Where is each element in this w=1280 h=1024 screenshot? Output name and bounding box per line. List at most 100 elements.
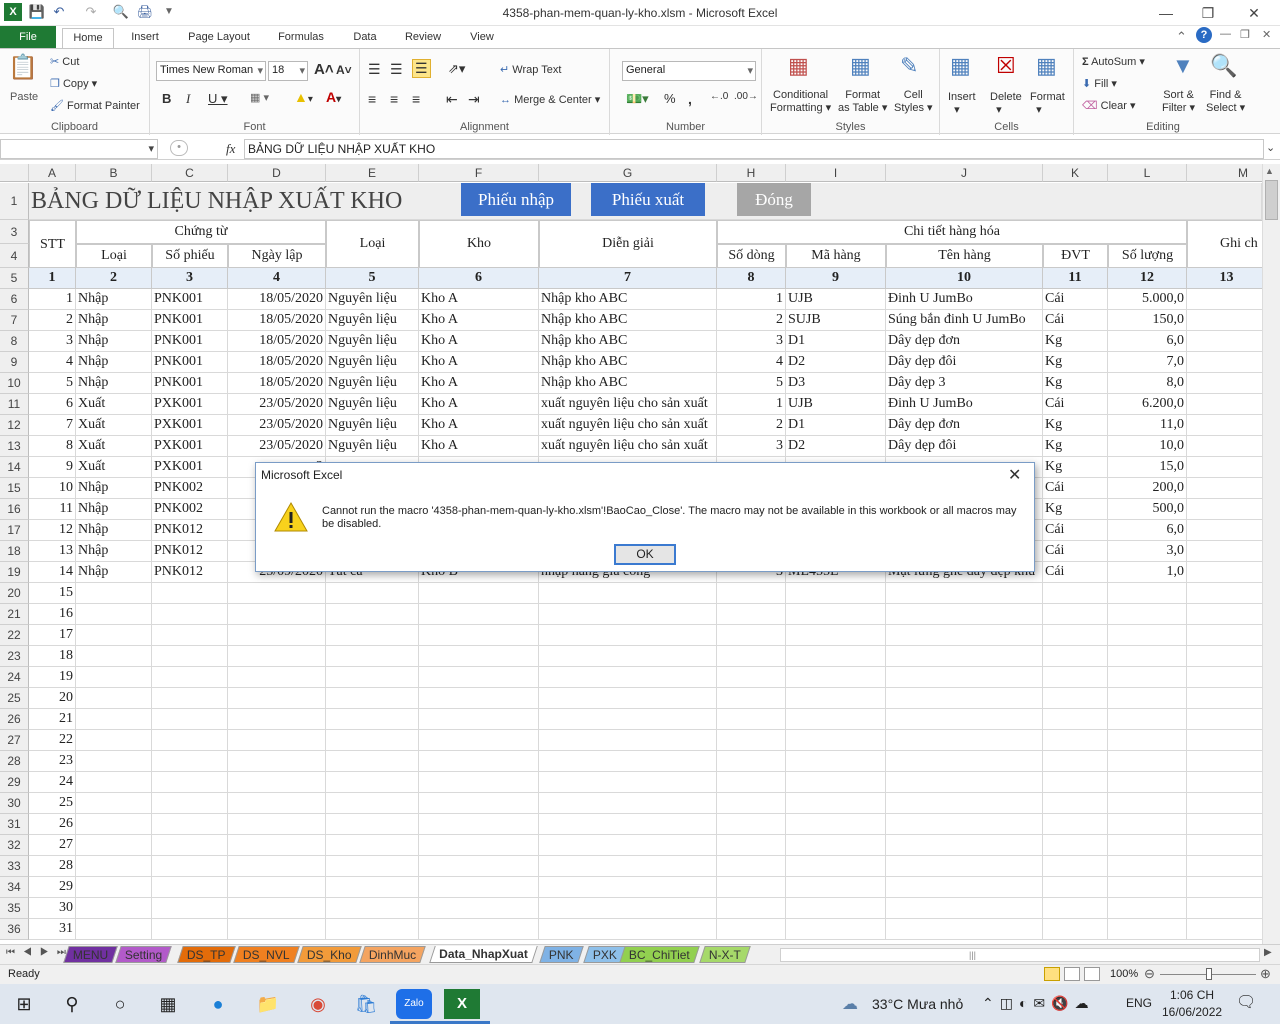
data-cell[interactable]: 1 [29, 289, 76, 310]
header-ten-hang[interactable]: Tên hàng [886, 244, 1043, 268]
data-cell[interactable]: Nguyên liệu [326, 310, 419, 331]
data-cell[interactable] [326, 835, 419, 856]
data-cell[interactable]: Nhập [76, 499, 152, 520]
data-cell[interactable] [1108, 835, 1187, 856]
fill-button[interactable]: ⬇ Fill ▾ [1082, 77, 1117, 90]
data-cell[interactable] [886, 667, 1043, 688]
data-cell[interactable]: 3 [29, 331, 76, 352]
data-cell[interactable] [76, 793, 152, 814]
data-cell[interactable]: Kho A [419, 331, 539, 352]
data-cell[interactable] [539, 751, 717, 772]
data-cell[interactable] [786, 625, 886, 646]
minimize-ribbon-icon[interactable]: ⌃ [1176, 29, 1187, 45]
align-top-icon[interactable]: ☰ [368, 61, 381, 78]
data-cell[interactable]: Xuất [76, 457, 152, 478]
vertical-scrollbar[interactable]: ▲ [1262, 164, 1280, 944]
data-cell[interactable] [717, 625, 786, 646]
row-header[interactable]: 11 [0, 394, 29, 415]
data-cell[interactable] [419, 730, 539, 751]
row-header[interactable]: 27 [0, 730, 29, 751]
data-cell[interactable]: Kho A [419, 373, 539, 394]
data-cell[interactable] [539, 835, 717, 856]
data-cell[interactable]: 18/05/2020 [228, 289, 326, 310]
data-cell[interactable] [326, 625, 419, 646]
row-header[interactable]: 17 [0, 520, 29, 541]
data-cell[interactable] [1187, 751, 1262, 772]
row-header[interactable]: 30 [0, 793, 29, 814]
data-cell[interactable]: Nhập [76, 520, 152, 541]
data-cell[interactable]: 23/05/2020 [228, 436, 326, 457]
data-cell[interactable] [152, 709, 228, 730]
data-cell[interactable]: 22 [29, 730, 76, 751]
row-header[interactable]: 7 [0, 310, 29, 331]
data-cell[interactable] [886, 751, 1043, 772]
data-cell[interactable]: Súng bắn đinh U JumBo [886, 310, 1043, 331]
data-cell[interactable]: PXK001 [152, 394, 228, 415]
data-cell[interactable]: Cái [1043, 541, 1108, 562]
data-cell[interactable]: 2 [717, 415, 786, 436]
data-cell[interactable]: 29 [29, 877, 76, 898]
data-cell[interactable]: 31 [29, 919, 76, 940]
data-cell[interactable]: 26 [29, 814, 76, 835]
sheet-tab[interactable]: DinhMuc [359, 946, 427, 963]
data-cell[interactable] [1187, 646, 1262, 667]
sheet-title[interactable]: BẢNG DỮ LIỆU NHẬP XUẤT KHO [29, 183, 459, 220]
row-header[interactable]: 8 [0, 331, 29, 352]
data-cell[interactable] [1187, 520, 1262, 541]
data-cell[interactable] [76, 814, 152, 835]
orientation-icon[interactable]: ⇗▾ [448, 61, 465, 77]
data-cell[interactable]: 5.000,0 [1108, 289, 1187, 310]
column-number-cell[interactable]: 13 [1187, 268, 1262, 289]
data-cell[interactable]: 13 [29, 541, 76, 562]
notification-icon[interactable]: 🗨 [1236, 992, 1256, 1012]
paste-icon[interactable]: 📋 [8, 53, 38, 82]
chrome-icon[interactable]: ◉ [298, 988, 338, 1020]
data-cell[interactable]: Nhập [76, 289, 152, 310]
data-cell[interactable]: 6,0 [1108, 520, 1187, 541]
data-cell[interactable]: Nhập [76, 478, 152, 499]
data-cell[interactable] [786, 751, 886, 772]
zoom-out-icon[interactable]: ⊖ [1144, 966, 1155, 982]
data-cell[interactable] [786, 646, 886, 667]
data-cell[interactable] [326, 814, 419, 835]
data-cell[interactable]: Cái [1043, 562, 1108, 583]
data-cell[interactable] [419, 688, 539, 709]
column-number-cell[interactable]: 11 [1043, 268, 1108, 289]
tab-view[interactable]: View [460, 26, 504, 48]
row-header[interactable]: 24 [0, 667, 29, 688]
data-cell[interactable]: 7,0 [1108, 352, 1187, 373]
data-cell[interactable] [1108, 709, 1187, 730]
data-cell[interactable] [539, 814, 717, 835]
data-cell[interactable] [228, 877, 326, 898]
data-cell[interactable] [539, 793, 717, 814]
row-header[interactable]: 14 [0, 457, 29, 478]
data-cell[interactable]: 11 [29, 499, 76, 520]
data-cell[interactable]: 21 [29, 709, 76, 730]
data-cell[interactable] [886, 898, 1043, 919]
cut-button[interactable]: ✂ Cut [50, 55, 79, 68]
data-cell[interactable] [786, 583, 886, 604]
data-cell[interactable] [419, 709, 539, 730]
data-cell[interactable]: Kg [1043, 499, 1108, 520]
data-cell[interactable] [419, 835, 539, 856]
data-cell[interactable] [886, 877, 1043, 898]
data-cell[interactable] [326, 604, 419, 625]
data-cell[interactable] [539, 604, 717, 625]
cell-styles-button[interactable]: Cell Styles ▾ [894, 89, 933, 115]
row-header[interactable]: 6 [0, 289, 29, 310]
row-header[interactable]: 36 [0, 919, 29, 940]
bold-icon[interactable]: B [162, 91, 171, 106]
row-header[interactable]: 32 [0, 835, 29, 856]
data-cell[interactable] [326, 688, 419, 709]
data-cell[interactable]: Dây dẹp đôi [886, 352, 1043, 373]
data-cell[interactable]: Nguyên liệu [326, 436, 419, 457]
header-chi-tiet[interactable]: Chi tiết hàng hóa [717, 220, 1187, 244]
data-cell[interactable] [326, 793, 419, 814]
data-cell[interactable] [786, 772, 886, 793]
row-header[interactable]: 23 [0, 646, 29, 667]
data-cell[interactable] [419, 814, 539, 835]
header-ngay-lap[interactable]: Ngày lập [228, 244, 326, 268]
data-cell[interactable] [1108, 814, 1187, 835]
data-cell[interactable] [419, 877, 539, 898]
sheet-tab[interactable]: Data_NhapXuat [429, 946, 538, 963]
